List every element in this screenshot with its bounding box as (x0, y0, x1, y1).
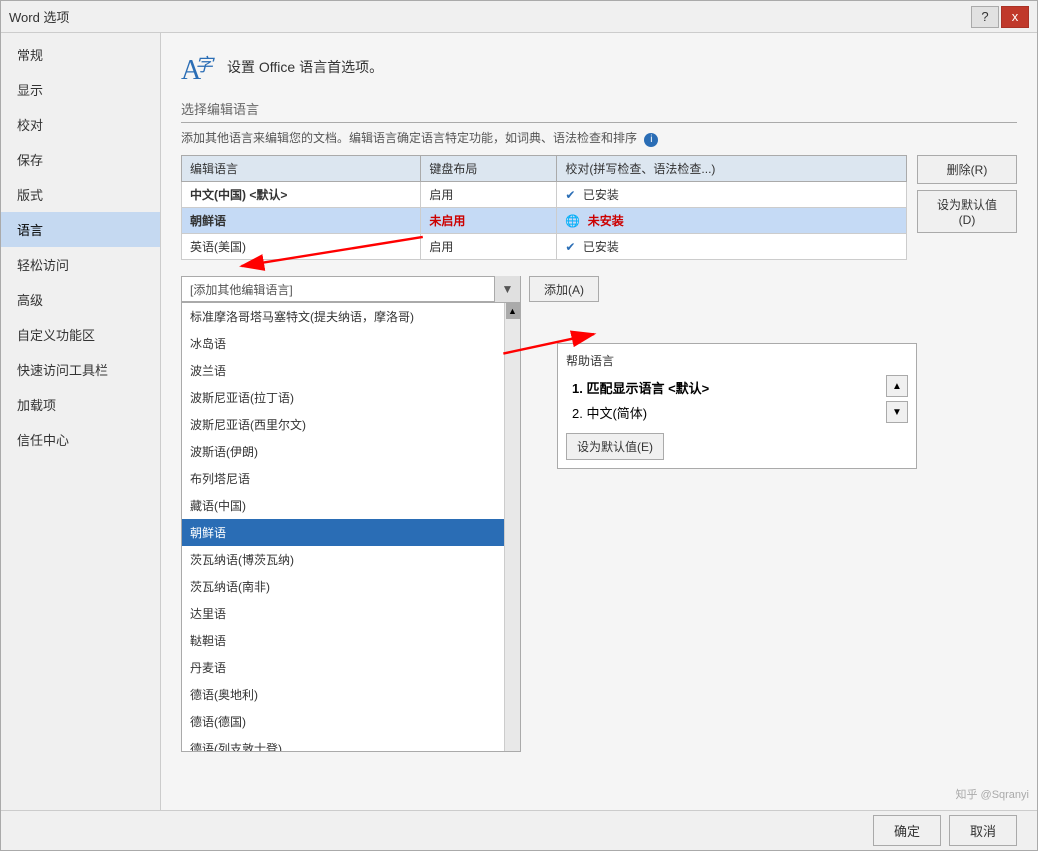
sidebar-item-常规[interactable]: 常规 (1, 37, 160, 72)
dropdown-item[interactable]: 鞑靼语 (182, 627, 504, 654)
sidebar-item-保存[interactable]: 保存 (1, 142, 160, 177)
proofing-cell: ✔ 已安装 (557, 234, 907, 260)
sidebar-item-轻松访问[interactable]: 轻松访问 (1, 247, 160, 282)
help-button[interactable]: ? (971, 6, 999, 28)
dropdown-arrow-btn[interactable]: ▼ (494, 276, 520, 302)
sidebar: 常规显示校对保存版式语言轻松访问高级自定义功能区快速访问工具栏加载项信任中心 (1, 33, 161, 810)
bottom-bar: 确定 取消 (1, 810, 1037, 850)
dialog-window: Word 选项 ? x 常规显示校对保存版式语言轻松访问高级自定义功能区快速访问… (0, 0, 1038, 851)
dropdown-item[interactable]: 德语(德国) (182, 708, 504, 735)
move-up-btn[interactable]: ▲ (886, 375, 908, 397)
table-row[interactable]: 英语(美国) 启用 ✔ 已安装 (182, 234, 907, 260)
keyboard-cell: 未启用 (421, 208, 557, 234)
section-title: 设置 Office 语言首选项。 (227, 57, 383, 77)
close-button[interactable]: x (1001, 6, 1029, 28)
watermark: 知乎 @Sqranyi (955, 786, 1029, 802)
move-down-btn[interactable]: ▼ (886, 401, 908, 423)
dropdown-item[interactable]: 丹麦语 (182, 654, 504, 681)
sidebar-item-语言[interactable]: 语言 (1, 212, 160, 247)
table-row[interactable]: 中文(中国) <默认> 启用 ✔ 已安装 (182, 182, 907, 208)
set-default-button[interactable]: 设为默认值(D) (917, 190, 1017, 233)
help-lang-list: 1. 匹配显示语言 <默认> 2. 中文(简体) (566, 375, 882, 425)
sidebar-item-显示[interactable]: 显示 (1, 72, 160, 107)
lang-cell: 英语(美国) (182, 234, 421, 260)
dropdown-trigger[interactable]: [添加其他编辑语言] ▼ (181, 276, 521, 302)
dropdown-item[interactable]: 德语(奥地利) (182, 681, 504, 708)
info-icon: i (644, 133, 658, 147)
sidebar-item-自定义功能区[interactable]: 自定义功能区 (1, 317, 160, 352)
help-lang-section: 帮助语言 1. 匹配显示语言 <默认> 2. 中文(简体) ▲ ▼ 设为默认值(… (557, 343, 917, 469)
help-lang-title: 帮助语言 (566, 352, 908, 369)
dialog-body: 常规显示校对保存版式语言轻松访问高级自定义功能区快速访问工具栏加载项信任中心 A… (1, 33, 1037, 810)
help-lang-arrows: ▲ ▼ (886, 375, 908, 423)
dropdown-item[interactable]: 波斯尼亚语(西里尔文) (182, 411, 504, 438)
right-buttons-area: 删除(R) 设为默认值(D) (917, 155, 1017, 270)
dropdown-item[interactable]: 标准摩洛哥塔马塞特文(提夫纳语，摩洛哥) (182, 303, 504, 330)
dropdown-item[interactable]: 德语(列支敦士登) (182, 735, 504, 752)
svg-text:字: 字 (195, 55, 215, 75)
lang-table-wrapper: 编辑语言 键盘布局 校对(拼写检查、语法检查...) 中文(中国) <默认> 启… (181, 155, 907, 270)
dropdown-item[interactable]: 波斯语(伊朗) (182, 438, 504, 465)
dropdown-item[interactable]: 茨瓦纳语(南非) (182, 573, 504, 600)
sidebar-item-加载项[interactable]: 加载项 (1, 387, 160, 422)
dropdown-item[interactable]: 藏语(中国) (182, 492, 504, 519)
add-lang-button[interactable]: 添加(A) (529, 276, 599, 302)
cancel-button[interactable]: 取消 (949, 815, 1017, 846)
proofing-cell: 🌐 未安装 (557, 208, 907, 234)
col-header-lang: 编辑语言 (182, 156, 421, 182)
main-content: A 字 设置 Office 语言首选项。 选择编辑语言 添加其他语言来编辑您的文… (161, 33, 1037, 810)
help-lang-item[interactable]: 1. 匹配显示语言 <默认> (566, 375, 882, 400)
lang-table-area: 编辑语言 键盘布局 校对(拼写检查、语法检查...) 中文(中国) <默认> 启… (181, 155, 1017, 270)
title-bar: Word 选项 ? x (1, 1, 1037, 33)
delete-button[interactable]: 删除(R) (917, 155, 1017, 184)
dropdown-item[interactable]: 波斯尼亚语(拉丁语) (182, 384, 504, 411)
keyboard-cell: 启用 (421, 234, 557, 260)
sidebar-item-版式[interactable]: 版式 (1, 177, 160, 212)
table-row[interactable]: 朝鲜语 未启用 🌐 未安装 (182, 208, 907, 234)
lang-dropdown-container: [添加其他编辑语言] ▼ 标准摩洛哥塔马塞特文(提夫纳语，摩洛哥) 冰岛语 波兰… (181, 276, 521, 302)
help-lang-item[interactable]: 2. 中文(简体) (566, 400, 882, 425)
sub-section-label: 选择编辑语言 (181, 99, 1017, 123)
dropdown-item[interactable]: 波兰语 (182, 357, 504, 384)
lang-table: 编辑语言 键盘布局 校对(拼写检查、语法检查...) 中文(中国) <默认> 启… (181, 155, 907, 260)
dropdown-item[interactable]: 茨瓦纳语(博茨瓦纳) (182, 546, 504, 573)
dropdown-wrapper: [添加其他编辑语言] ▼ 标准摩洛哥塔马塞特文(提夫纳语，摩洛哥) 冰岛语 波兰… (181, 276, 521, 302)
keyboard-cell: 启用 (421, 182, 557, 208)
lang-cell: 朝鲜语 (182, 208, 421, 234)
ok-button[interactable]: 确定 (873, 815, 941, 846)
dropdown-item-selected[interactable]: 朝鲜语 (182, 519, 504, 546)
title-bar-buttons: ? x (971, 6, 1029, 28)
dropdown-scrollbar[interactable]: ▲ ▼ (504, 303, 520, 752)
dropdown-placeholder: [添加其他编辑语言] (190, 281, 293, 298)
proofing-cell: ✔ 已安装 (557, 182, 907, 208)
dropdown-item[interactable]: 布列塔尼语 (182, 465, 504, 492)
add-lang-row: [添加其他编辑语言] ▼ 标准摩洛哥塔马塞特文(提夫纳语，摩洛哥) 冰岛语 波兰… (181, 276, 1017, 302)
sidebar-item-高级[interactable]: 高级 (1, 282, 160, 317)
sidebar-item-信任中心[interactable]: 信任中心 (1, 422, 160, 457)
col-header-proofing: 校对(拼写检查、语法检查...) (557, 156, 907, 182)
language-icon: A 字 (181, 49, 217, 85)
title-bar-title: Word 选项 (9, 7, 69, 26)
lang-cell: 中文(中国) <默认> (182, 182, 421, 208)
dropdown-item[interactable]: 冰岛语 (182, 330, 504, 357)
dropdown-item[interactable]: 达里语 (182, 600, 504, 627)
description: 添加其他语言来编辑您的文档。编辑语言确定语言特定功能，如词典、语法检查和排序 i (181, 129, 1017, 147)
sidebar-item-校对[interactable]: 校对 (1, 107, 160, 142)
sidebar-item-快速访问工具栏[interactable]: 快速访问工具栏 (1, 352, 160, 387)
col-header-keyboard: 键盘布局 (421, 156, 557, 182)
section-header: A 字 设置 Office 语言首选项。 (181, 49, 1017, 85)
help-set-default-button[interactable]: 设为默认值(E) (566, 433, 664, 460)
dropdown-list: 标准摩洛哥塔马塞特文(提夫纳语，摩洛哥) 冰岛语 波兰语 波斯尼亚语(拉丁语) … (181, 302, 521, 752)
